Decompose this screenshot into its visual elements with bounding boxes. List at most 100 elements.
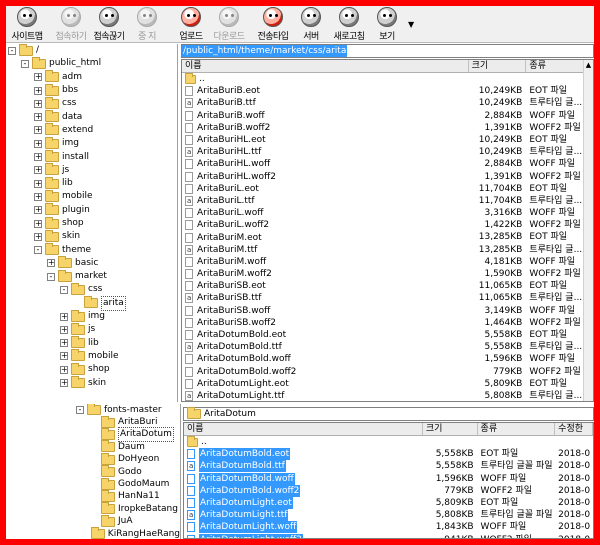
- file-row[interactable]: AritaBuriHL.ttf10,249KB트루타입 글...: [182, 146, 593, 158]
- tree-item[interactable]: + shop: [6, 216, 177, 230]
- tree-item[interactable]: + img: [6, 136, 177, 150]
- file-row[interactable]: AritaBuriSB.eot 11,065KB EOT 파일: [182, 280, 593, 292]
- tree-item[interactable]: arita: [6, 295, 177, 311]
- tree-item[interactable]: - css: [6, 282, 177, 296]
- file-row[interactable]: AritaDotumBold.eot 5,558KB EOT 파일: [182, 329, 593, 341]
- toolbar-button[interactable]: 서버: [292, 6, 330, 42]
- tree-item[interactable]: + mobile: [6, 349, 177, 363]
- tree-item[interactable]: + adm: [6, 70, 177, 84]
- collapse-icon[interactable]: -: [34, 246, 42, 255]
- expand-icon[interactable]: +: [34, 113, 42, 122]
- expand-icon[interactable]: +: [34, 139, 42, 148]
- file-row[interactable]: AritaDotumBold.woff 1,596KB WOFF 파일: [182, 353, 593, 365]
- file-row[interactable]: AritaDotumLight.ttf5,808KB트루타입 글...: [182, 390, 593, 401]
- file-row[interactable]: AritaBuriB.woff 2,884KB WOFF 파일: [182, 110, 593, 122]
- expand-icon[interactable]: +: [34, 179, 42, 188]
- file-row[interactable]: AritaDotumBold.woff2 779KB WOFF2 파일 2018-0: [184, 484, 593, 497]
- expand-icon[interactable]: +: [60, 312, 68, 321]
- file-row[interactable]: AritaDotumLight.woff2 941KBWOFF2 파일2018-0: [184, 533, 593, 538]
- toolbar-button[interactable]: 접속하기: [52, 6, 90, 42]
- file-row[interactable]: AritaBuriL.eot 11,704KB EOT 파일: [182, 183, 593, 195]
- expand-icon[interactable]: +: [34, 153, 42, 162]
- tree-item[interactable]: + skin: [6, 376, 177, 389]
- header-size[interactable]: 크기: [469, 60, 527, 72]
- file-row[interactable]: AritaBuriHL.eot 10,249KB EOT 파일: [182, 134, 593, 146]
- expand-icon[interactable]: +: [60, 379, 68, 388]
- local-path-bar[interactable]: AritaDotum: [183, 407, 594, 421]
- file-row[interactable]: AritaDotumLight.eot 5,809KB EOT 파일 2018-0: [184, 497, 593, 510]
- tree-item[interactable]: + extend: [6, 123, 177, 137]
- tree-item[interactable]: + bbs: [6, 83, 177, 97]
- remote-list-scrollbar[interactable]: ▲: [583, 60, 593, 401]
- expand-icon[interactable]: +: [34, 166, 42, 175]
- toolbar-button[interactable]: 보기: [368, 6, 406, 42]
- tree-item[interactable]: + basic: [6, 256, 177, 270]
- tree-item[interactable]: - market: [6, 269, 177, 283]
- file-row[interactable]: AritaDotumLight.eot 5,809KB EOT 파일: [182, 378, 593, 390]
- file-row[interactable]: AritaBuriB.eot 10,249KB EOT 파일: [182, 85, 593, 97]
- expand-icon[interactable]: +: [34, 86, 42, 95]
- file-row[interactable]: AritaDotumLight.ttf 5,808KB 트루타입 글꼴 파일 2018…: [184, 509, 593, 522]
- file-row[interactable]: AritaBuriSB.woff 3,149KB WOFF 파일: [182, 305, 593, 317]
- collapse-icon[interactable]: -: [60, 285, 68, 294]
- file-row[interactable]: AritaBuriB.woff2 1,391KB WOFF2 파일: [182, 122, 593, 134]
- tree-item[interactable]: KiRangHaeRang: [6, 527, 180, 539]
- toolbar-button[interactable]: 업로드: [172, 6, 210, 42]
- file-row[interactable]: AritaBuriB.ttf10,249KB트루타입 글...: [182, 97, 593, 109]
- tree-item[interactable]: + install: [6, 150, 177, 163]
- file-row[interactable]: AritaBuriSB.ttf11,065KB트루타입 글...: [182, 292, 593, 304]
- header-type[interactable]: 종류: [478, 423, 556, 435]
- file-row[interactable]: AritaBuriM.ttf13,285KB트루타입 글...: [182, 244, 593, 256]
- expand-icon[interactable]: +: [34, 232, 42, 241]
- tree-item[interactable]: DoHyeon: [6, 452, 180, 466]
- tree-item[interactable]: + css: [6, 96, 177, 110]
- file-row[interactable]: AritaDotumBold.woff2 779KB WOFF2 파일: [182, 366, 593, 378]
- header-name[interactable]: 이름: [182, 60, 469, 72]
- file-row[interactable]: AritaBuriHL.woff2 1,391KB WOFF2 파일: [182, 171, 593, 183]
- expand-icon[interactable]: +: [34, 219, 42, 228]
- file-row[interactable]: AritaDotumBold.ttf5,558KB트루타입 글...: [182, 341, 593, 353]
- expand-icon[interactable]: +: [60, 365, 68, 374]
- tree-item[interactable]: GodoMaum: [6, 477, 180, 490]
- tree-item[interactable]: + js: [6, 163, 177, 177]
- tree-item[interactable]: + mobile: [6, 189, 177, 203]
- toolbar-button[interactable]: 중 지: [128, 6, 166, 42]
- tree-item[interactable]: + lib: [6, 336, 177, 350]
- file-row[interactable]: AritaDotumLight.woff 1,843KB WOFF 파일 2018-0: [184, 521, 593, 534]
- collapse-icon[interactable]: -: [21, 59, 29, 68]
- expand-icon[interactable]: +: [34, 99, 42, 108]
- header-name[interactable]: 이름: [184, 423, 423, 435]
- file-row[interactable]: AritaBuriHL.woff 2,884KB WOFF 파일: [182, 158, 593, 170]
- tree-item[interactable]: - public_html: [6, 56, 177, 70]
- tree-item[interactable]: AritaDotum: [6, 427, 180, 443]
- local-folder-tree[interactable]: - fonts-master AritaBuri AritaDotum Daum DoHy…: [6, 404, 181, 539]
- tree-item[interactable]: - theme: [6, 243, 177, 256]
- expand-icon[interactable]: +: [34, 73, 42, 82]
- dropdown-arrow-icon[interactable]: ▼: [408, 20, 414, 29]
- expand-icon[interactable]: +: [47, 259, 55, 268]
- file-row[interactable]: AritaBuriM.woff2 1,590KB WOFF2 파일: [182, 268, 593, 280]
- file-row[interactable]: AritaBuriSB.woff2 1,464KB WOFF2 파일: [182, 317, 593, 329]
- file-row[interactable]: AritaDotumBold.ttf 5,558KB 트루타입 글꼴 파일 2018-…: [184, 460, 593, 473]
- header-size[interactable]: 크기: [423, 423, 478, 435]
- tree-item[interactable]: HanNa11: [6, 489, 180, 503]
- expand-icon[interactable]: +: [60, 325, 68, 334]
- file-row[interactable]: AritaBuriM.eot 13,285KB EOT 파일: [182, 231, 593, 243]
- tree-item[interactable]: + js: [6, 322, 177, 336]
- file-row[interactable]: AritaBuriL.ttf11,704KB트루타입 글...: [182, 195, 593, 207]
- tree-item[interactable]: IropkeBatang: [6, 502, 180, 515]
- scroll-up-arrow-icon[interactable]: ▲: [584, 60, 593, 70]
- parent-folder-row[interactable]: ..: [184, 436, 593, 448]
- file-row[interactable]: AritaBuriL.woff2 1,422KB WOFF2 파일: [182, 219, 593, 231]
- toolbar-button[interactable]: 새로고침: [330, 6, 368, 42]
- expand-icon[interactable]: +: [60, 339, 68, 348]
- file-row[interactable]: AritaBuriM.woff 4,181KB WOFF 파일: [182, 256, 593, 268]
- file-row[interactable]: AritaDotumBold.woff 1,596KB WOFF 파일 2018-0: [184, 472, 593, 485]
- tree-item[interactable]: + img: [6, 309, 177, 323]
- tree-item[interactable]: - /: [6, 44, 177, 57]
- file-row[interactable]: AritaBuriL.woff 3,316KB WOFF 파일: [182, 207, 593, 219]
- tree-item[interactable]: + data: [6, 110, 177, 123]
- tree-item[interactable]: + plugin: [6, 203, 177, 217]
- expand-icon[interactable]: +: [34, 192, 42, 201]
- expand-icon[interactable]: +: [60, 352, 68, 361]
